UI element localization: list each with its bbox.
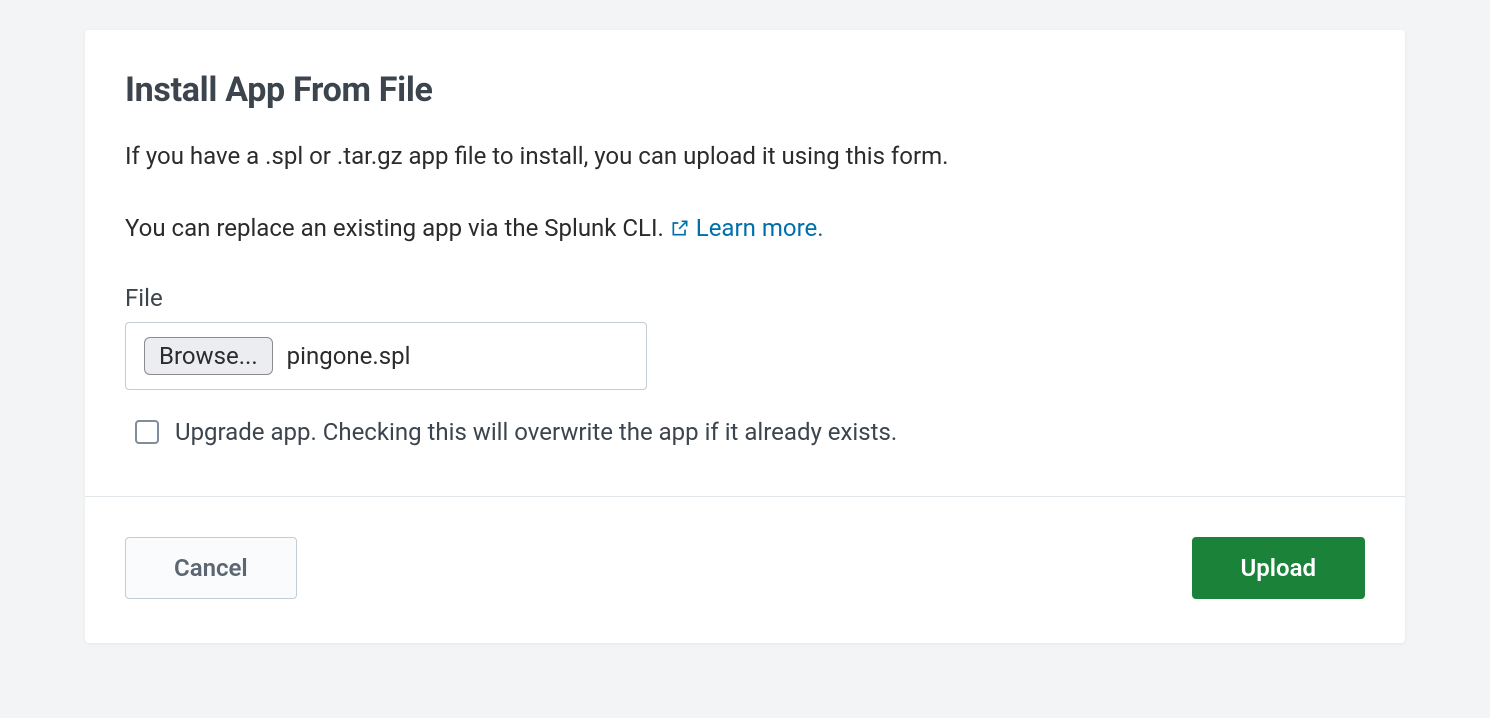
browse-button[interactable]: Browse...	[144, 337, 273, 375]
page-title: Install App From File	[125, 70, 1365, 110]
description-text-1: If you have a .spl or .tar.gz app file t…	[125, 138, 1365, 174]
description-text-2: You can replace an existing app via the …	[125, 210, 1365, 248]
file-field-label: File	[125, 284, 1365, 312]
upgrade-checkbox[interactable]	[135, 420, 159, 444]
upload-button[interactable]: Upload	[1192, 537, 1365, 599]
file-input[interactable]: Browse... pingone.spl	[125, 322, 647, 390]
install-app-panel: Install App From File If you have a .spl…	[85, 30, 1405, 643]
upgrade-checkbox-row: Upgrade app. Checking this will overwrit…	[135, 418, 1365, 446]
panel-body: Install App From File If you have a .spl…	[85, 30, 1405, 496]
cli-note-text: You can replace an existing app via the …	[125, 214, 670, 242]
selected-file-name: pingone.spl	[287, 342, 411, 370]
cancel-button[interactable]: Cancel	[125, 537, 297, 599]
learn-more-link[interactable]: Learn more.	[670, 214, 824, 242]
external-link-icon	[670, 212, 690, 248]
upgrade-checkbox-label[interactable]: Upgrade app. Checking this will overwrit…	[175, 418, 897, 446]
learn-more-label: Learn more.	[696, 214, 824, 242]
panel-footer: Cancel Upload	[85, 496, 1405, 643]
